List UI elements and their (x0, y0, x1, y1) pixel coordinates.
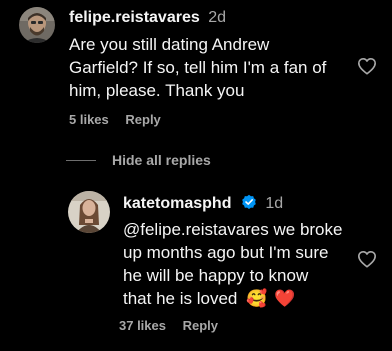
smiling-face-with-hearts-emoji: 🥰 (246, 289, 268, 308)
reply-text-line-content: that he is loved (123, 289, 238, 308)
reply-text-line: he will be happy to know (123, 266, 309, 285)
hide-replies-label: Hide all replies (112, 152, 211, 168)
heart-outline-icon[interactable] (357, 57, 377, 75)
username[interactable]: felipe.reistavares (69, 9, 200, 26)
comment-header: felipe.reistavares 2d (69, 9, 226, 27)
reply-text-line: @felipe.reistavares we broke (123, 220, 343, 239)
avatar-kate-image (68, 191, 110, 233)
reply-text: @felipe.reistavares we broke up months a… (123, 218, 342, 310)
timestamp: 1d (265, 195, 284, 212)
comment-text-line: Garfield? If so, tell him I'm a fan of (69, 58, 327, 77)
reply-button[interactable]: Reply (183, 318, 218, 333)
reply-text-line: up months ago but I'm sure (123, 243, 329, 262)
verified-badge-icon (242, 194, 256, 209)
reply-text-line: that he is loved 🥰 ❤️ (123, 287, 342, 310)
comment-text-line: Are you still dating Andrew (69, 35, 270, 54)
comment-meta: 5 likes Reply (69, 112, 161, 127)
likes-count[interactable]: 37 likes (119, 318, 166, 333)
likes-count[interactable]: 5 likes (69, 112, 109, 127)
reply-meta: 37 likes Reply (119, 318, 218, 333)
timestamp: 2d (208, 9, 226, 26)
replies-divider-line (66, 159, 96, 161)
avatar-felipe-image (19, 7, 55, 43)
avatar[interactable] (19, 7, 55, 43)
avatar[interactable] (68, 191, 110, 233)
hide-replies-button[interactable]: Hide all replies (66, 152, 211, 168)
reply-button[interactable]: Reply (125, 112, 160, 127)
red-heart-emoji: ❤️ (274, 289, 296, 308)
heart-outline-icon[interactable] (357, 250, 377, 268)
username[interactable]: katetomasphd (123, 195, 231, 212)
comment-text: Are you still dating Andrew Garfield? If… (69, 33, 326, 102)
reply-header: katetomasphd 1d (123, 194, 283, 213)
comment-text-line: him, please. Thank you (69, 81, 245, 100)
